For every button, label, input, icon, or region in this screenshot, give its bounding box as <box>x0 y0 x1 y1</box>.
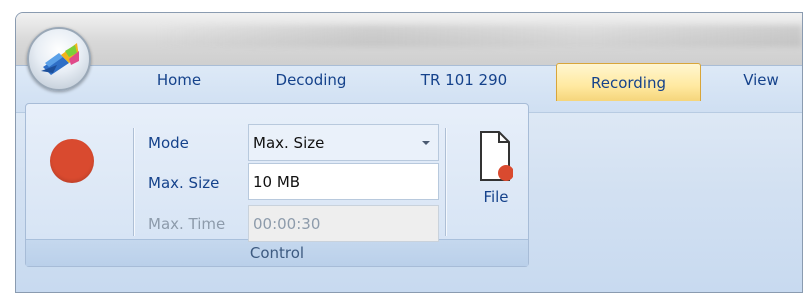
max-size-input[interactable]: 10 MB <box>248 163 439 200</box>
max-time-value: 00:00:30 <box>253 214 321 233</box>
tab-tr-101-290[interactable]: TR 101 290 <box>405 63 523 97</box>
separator <box>133 128 134 236</box>
file-button[interactable]: File <box>465 130 527 225</box>
max-size-value: 10 MB <box>253 172 301 191</box>
mode-select-value: Max. Size <box>253 133 325 152</box>
max-time-input[interactable]: 00:00:30 <box>248 205 439 242</box>
app-logo-icon <box>41 43 79 75</box>
max-time-label: Max. Time <box>148 214 226 233</box>
file-record-icon <box>480 131 513 181</box>
record-button[interactable] <box>50 139 94 183</box>
application-menu-button[interactable] <box>27 27 91 91</box>
mode-label: Mode <box>148 134 189 152</box>
file-button-label: File <box>483 188 509 206</box>
max-size-label: Max. Size <box>148 173 220 192</box>
group-caption: Control <box>26 239 528 266</box>
chevron-down-icon <box>422 141 430 145</box>
separator <box>445 128 446 236</box>
title-bar <box>16 13 802 65</box>
tab-recording[interactable]: Recording <box>556 63 701 101</box>
tab-view[interactable]: View <box>726 63 796 97</box>
mode-select[interactable]: Max. Size <box>248 124 439 161</box>
tab-home[interactable]: Home <box>146 63 212 97</box>
tab-decoding[interactable]: Decoding <box>257 63 365 97</box>
